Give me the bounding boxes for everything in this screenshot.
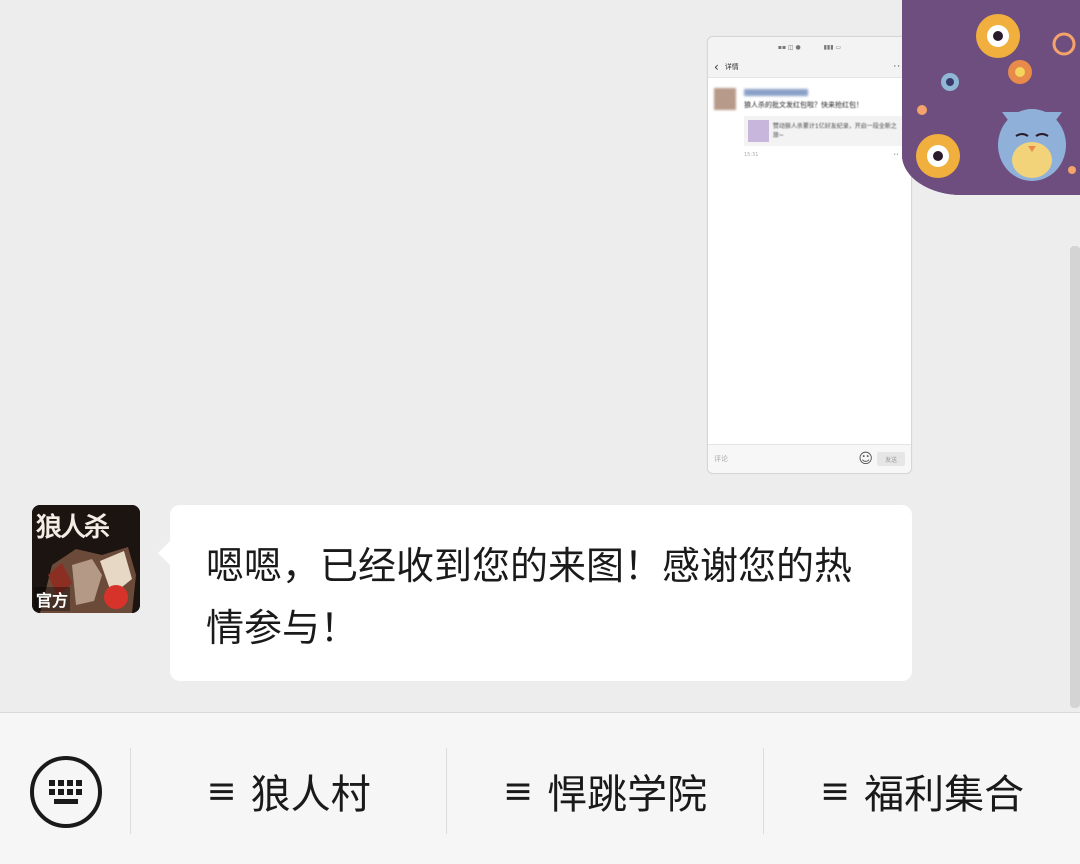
screenshot-post-time: 15:31	[744, 152, 759, 158]
avatar-title: 狼人杀	[36, 513, 110, 543]
screenshot-post-name-blurred	[744, 89, 808, 96]
chat-scrollbar[interactable]	[1070, 246, 1080, 708]
custom-menu-bar: ≡ 狼人村 ≡ 悍跳学院 ≡ 福利集合	[0, 712, 1080, 864]
sent-screenshot-image[interactable]: ▪▪ ◫ ● ▮▮▮ ▭ ‹ 详情 ··· 狼人杀的批文发红包啦？快来抢红包！ …	[707, 36, 912, 474]
screenshot-post-text: 狼人杀的批文发红包啦？快来抢红包！	[744, 101, 863, 109]
screenshot-post: 狼人杀的批文发红包啦？快来抢红包！ 赞动狼人杀累计1亿好友纪录，开启一段全新之旅…	[708, 78, 911, 158]
owl-pattern-illustration	[902, 0, 1080, 195]
menu-item-hantiao-academy[interactable]: ≡ 悍跳学院	[447, 748, 763, 834]
screenshot-card-text: 赞动狼人杀累计1亿好友纪录，开启一段全新之旅~	[772, 123, 897, 139]
official-badge: 官方	[34, 587, 71, 611]
screenshot-comment-placeholder: 评论	[714, 455, 728, 463]
chat-area: ▪▪ ◫ ● ▮▮▮ ▭ ‹ 详情 ··· 狼人杀的批文发红包啦？快来抢红包！ …	[0, 0, 1080, 712]
screenshot-status-bar: ▪▪ ◫ ● ▮▮▮ ▭	[708, 37, 911, 57]
menu-list-icon: ≡	[819, 770, 851, 812]
screenshot-post-avatar	[714, 88, 736, 110]
menu-item-label: 狼人村	[250, 772, 371, 818]
menu-list-icon: ≡	[502, 770, 534, 812]
screenshot-back-icon: ‹	[714, 60, 719, 74]
screenshot-comment-icon: ••	[893, 152, 899, 158]
screenshot-emoji-icon: ☺	[858, 451, 873, 467]
screenshot-comment-bar: 评论 ☺ 发送	[708, 444, 911, 473]
screenshot-send-button: 发送	[877, 452, 905, 466]
screenshot-nav-title: 详情	[724, 63, 739, 71]
screenshot-nav-bar: ‹ 详情 ···	[708, 57, 911, 78]
screenshot-post-meta: 15:31 ••	[744, 152, 905, 158]
menu-item-label: 悍跳学院	[547, 772, 708, 818]
bot-message-text: 嗯嗯，已经收到您的来图！感谢您的热情参与！	[206, 544, 853, 650]
official-account-avatar[interactable]: 狼人杀 官方	[32, 505, 140, 613]
menu-item-label: 福利集合	[864, 772, 1025, 818]
screenshot-link-card: 赞动狼人杀累计1亿好友纪录，开启一段全新之旅~	[744, 116, 905, 146]
bot-message-bubble[interactable]: 嗯嗯，已经收到您的来图！感谢您的热情参与！	[170, 505, 912, 681]
menu-item-welfare[interactable]: ≡ 福利集合	[764, 748, 1080, 834]
keyboard-toggle-button[interactable]	[28, 754, 104, 830]
keyboard-icon	[30, 756, 102, 828]
user-avatar[interactable]	[902, 0, 1080, 195]
menu-list-icon: ≡	[206, 770, 237, 812]
screenshot-card-thumb	[748, 120, 769, 142]
menu-item-langrencun[interactable]: ≡ 狼人村	[131, 748, 446, 834]
